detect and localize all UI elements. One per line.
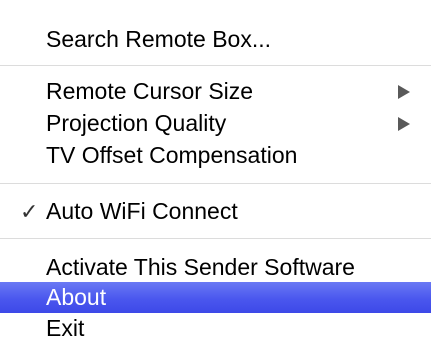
menu-item-auto-wifi-connect[interactable]: ✓ Auto WiFi Connect: [0, 196, 431, 227]
submenu-arrow-icon: [398, 85, 410, 99]
checkmark-icon: ✓: [20, 199, 39, 224]
menu-item-label: Auto WiFi Connect: [46, 198, 238, 224]
menu-item-label: Exit: [46, 315, 85, 341]
menu-item-about[interactable]: About: [0, 282, 431, 313]
submenu-arrow-icon: [398, 117, 410, 131]
menu-item-remote-cursor-size[interactable]: Remote Cursor Size: [0, 76, 431, 107]
context-menu: Search Remote Box... Remote Cursor Size …: [0, 0, 431, 347]
menu-item-label: Activate This Sender Software: [46, 254, 355, 280]
menu-item-label: TV Offset Compensation: [46, 142, 298, 168]
menu-item-search-remote-box[interactable]: Search Remote Box...: [0, 24, 431, 55]
menu-separator: [0, 183, 431, 184]
menu-item-label: Remote Cursor Size: [46, 78, 254, 104]
menu-item-label: About: [46, 284, 107, 310]
menu-item-activate-sender-software[interactable]: Activate This Sender Software: [0, 252, 431, 283]
menu-item-label: Search Remote Box...: [46, 26, 271, 52]
menu-item-label: Projection Quality: [46, 110, 227, 136]
menu-item-projection-quality[interactable]: Projection Quality: [0, 108, 431, 139]
menu-item-tv-offset-compensation[interactable]: TV Offset Compensation: [0, 140, 431, 171]
menu-item-exit[interactable]: Exit: [0, 313, 431, 344]
menu-separator: [0, 238, 431, 239]
menu-separator: [0, 65, 431, 66]
